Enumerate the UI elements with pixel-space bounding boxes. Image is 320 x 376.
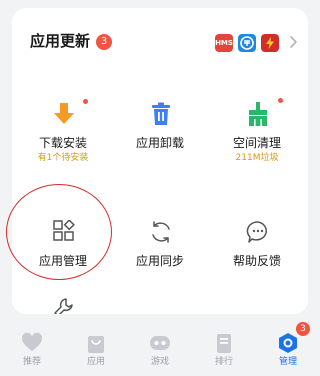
download-install-label: 下载安装 [38, 136, 87, 150]
app-blue-icon [238, 34, 256, 52]
tab-recommend-label: 推荐 [22, 357, 41, 367]
tab-recommend[interactable]: 推荐 [0, 328, 64, 376]
wrench-settings-icon[interactable] [52, 296, 76, 314]
app-uninstall-label: 应用卸载 [135, 136, 184, 150]
app-uninstall-button[interactable]: 应用卸载 [111, 102, 209, 180]
broom-clean-icon [249, 102, 267, 126]
tab-games-label: 游戏 [150, 357, 169, 367]
manage-tab-badge: 3 [296, 322, 310, 336]
help-feedback-label: 帮助反馈 [232, 254, 281, 268]
annotation-highlight-circle [6, 184, 112, 280]
manage-gear-icon [279, 333, 297, 353]
hms-icon-text: HMS [215, 39, 233, 47]
tab-manage[interactable]: 3 管理 [256, 322, 320, 376]
help-feedback-button[interactable]: 帮助反馈 [208, 220, 306, 298]
tab-ranking[interactable]: 排行 [192, 328, 256, 376]
ranking-list-icon [217, 334, 231, 353]
hms-icon: HMS [215, 34, 233, 52]
download-install-button[interactable]: 下载安装 有1个待安装 [14, 99, 112, 180]
app-sync-button[interactable]: 应用同步 [111, 220, 209, 298]
sync-icon [152, 221, 170, 243]
tab-apps-label: 应用 [86, 357, 105, 367]
app-update-title: 应用更新 [30, 32, 91, 50]
heart-icon [21, 332, 43, 351]
download-icon [54, 103, 74, 124]
tab-apps[interactable]: 应用 [64, 328, 128, 376]
space-clean-status: 211M垃圾 [235, 153, 279, 163]
download-notification-dot [83, 99, 88, 104]
gamepad-icon [150, 336, 170, 350]
bottom-tab-bar: 推荐 应用 游戏 排行 3 管理 [0, 322, 320, 376]
space-clean-label: 空间清理 [232, 136, 281, 150]
update-count-badge: 3 [96, 34, 112, 50]
app-update-row[interactable]: 应用更新 3 HMS [12, 8, 308, 64]
tab-games[interactable]: 游戏 [128, 328, 192, 376]
space-clean-button[interactable]: 空间清理 211M垃圾 [208, 98, 306, 180]
chat-bubble-icon [246, 221, 267, 243]
space-clean-notification-dot [278, 98, 283, 103]
app-red-lightning-icon [261, 34, 279, 52]
shopping-bag-icon [88, 336, 104, 353]
pending-update-app-icons: HMS [215, 34, 279, 52]
tab-manage-label: 管理 [278, 357, 297, 367]
tab-ranking-label: 排行 [214, 357, 233, 367]
trash-icon [152, 102, 170, 125]
chevron-right-icon [290, 36, 297, 48]
app-sync-label: 应用同步 [135, 254, 184, 268]
download-install-status: 有1个待安装 [37, 153, 89, 163]
